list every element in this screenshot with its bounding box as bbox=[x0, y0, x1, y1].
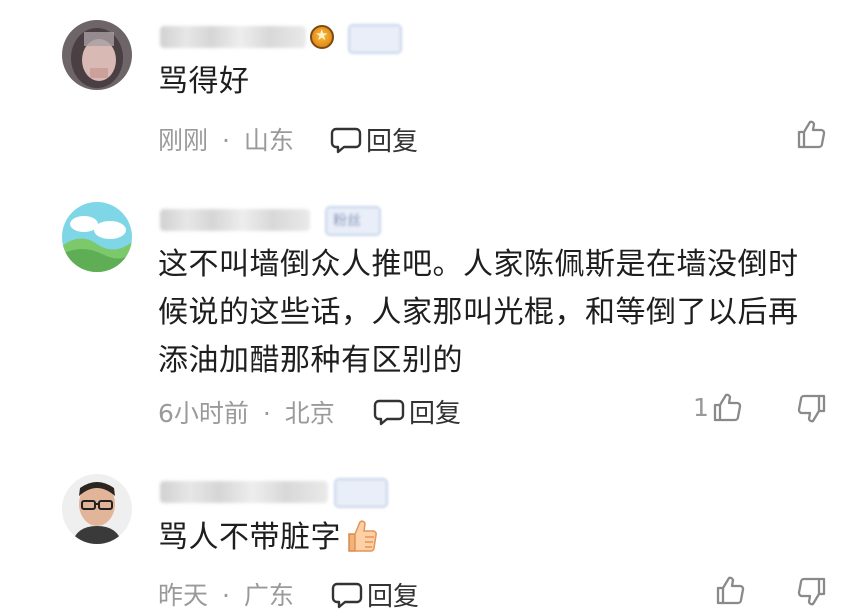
reply-button[interactable]: 回复 bbox=[331, 576, 419, 613]
thumbs-up-emoji-icon bbox=[348, 520, 377, 552]
reply-button[interactable]: 回复 bbox=[330, 121, 418, 158]
user-badge bbox=[348, 24, 402, 54]
thumbs-up-icon bbox=[716, 576, 745, 605]
like-button[interactable] bbox=[714, 574, 746, 606]
user-badge: 粉丝 bbox=[325, 206, 381, 236]
avatar[interactable] bbox=[62, 20, 132, 90]
comment-location: 广东 bbox=[243, 581, 294, 610]
comment-text: 骂人不带脏字 bbox=[158, 514, 818, 562]
comment-time: 昨天 bbox=[158, 581, 209, 610]
like-button[interactable]: 1 bbox=[693, 391, 743, 423]
reply-label: 回复 bbox=[409, 399, 462, 429]
reply-label: 回复 bbox=[366, 127, 419, 157]
thumbs-down-icon bbox=[797, 394, 826, 423]
separator: · bbox=[221, 126, 230, 155]
avatar[interactable] bbox=[62, 474, 132, 544]
username-blurred[interactable] bbox=[160, 26, 306, 48]
comment-meta: 刚刚 · 山东 bbox=[158, 121, 294, 157]
comment-time: 刚刚 bbox=[158, 126, 209, 155]
separator: · bbox=[221, 581, 230, 610]
user-badge bbox=[334, 478, 388, 508]
reply-label: 回复 bbox=[367, 582, 420, 612]
speech-bubble-icon bbox=[331, 582, 363, 608]
thumbs-down-icon bbox=[797, 577, 826, 606]
badge-label: 粉丝 bbox=[333, 213, 361, 229]
username-blurred[interactable] bbox=[160, 209, 310, 231]
thumbs-up-icon bbox=[713, 393, 742, 422]
avatar[interactable] bbox=[62, 202, 132, 272]
speech-bubble-icon bbox=[373, 399, 405, 425]
speech-bubble-icon bbox=[330, 127, 362, 153]
username-blurred[interactable] bbox=[160, 481, 328, 503]
comment-location: 山东 bbox=[243, 126, 294, 155]
comment-meta: 昨天 · 广东 bbox=[158, 576, 294, 612]
dislike-button[interactable] bbox=[796, 576, 828, 608]
reply-button[interactable]: 回复 bbox=[373, 393, 461, 430]
comment-location: 北京 bbox=[284, 399, 335, 428]
like-button[interactable] bbox=[795, 118, 827, 150]
thumbs-up-icon bbox=[797, 120, 826, 149]
comment-text: 这不叫墙倒众人推吧。人家陈佩斯是在墙没倒时候说的这些话，人家那叫光棍，和等倒了以… bbox=[158, 247, 799, 378]
comment-meta: 6小时前 · 北京 bbox=[158, 394, 335, 430]
comment-time: 6小时前 bbox=[158, 399, 249, 428]
dislike-button[interactable] bbox=[796, 393, 828, 425]
like-count: 1 bbox=[693, 392, 709, 422]
vip-badge-icon bbox=[310, 25, 334, 49]
comment-text-content: 骂人不带脏字 bbox=[158, 520, 341, 555]
comment-text: 骂得好 bbox=[158, 64, 250, 99]
separator: · bbox=[262, 399, 271, 428]
